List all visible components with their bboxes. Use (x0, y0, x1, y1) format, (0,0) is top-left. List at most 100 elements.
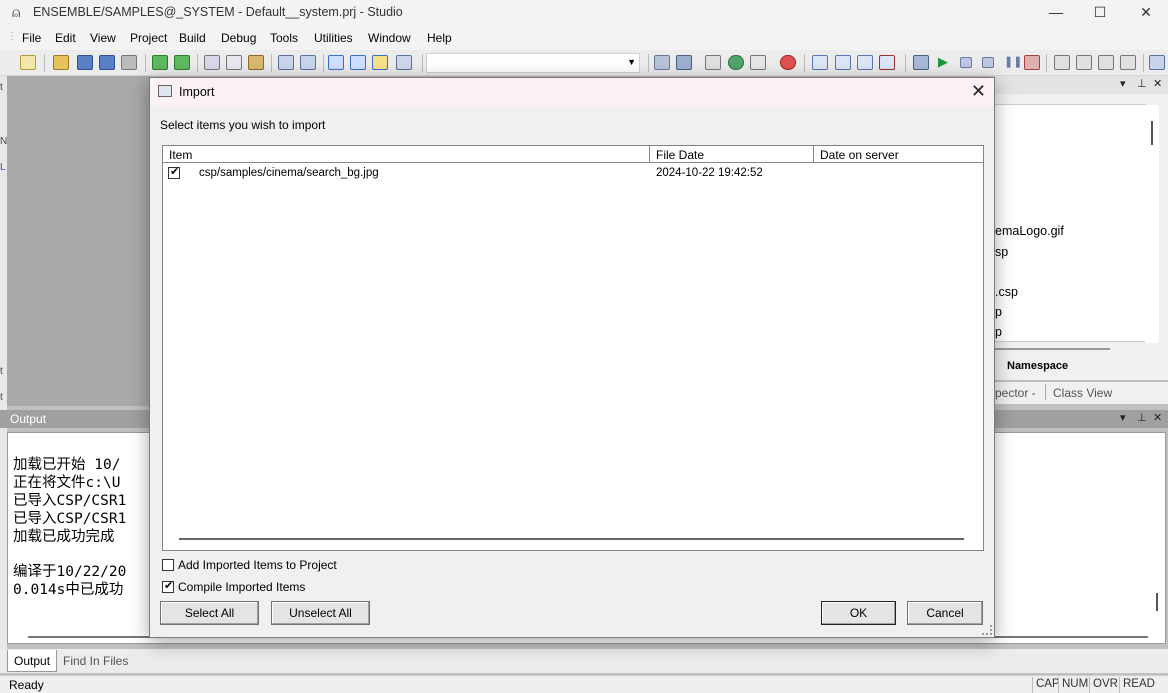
globe-icon[interactable] (728, 55, 744, 70)
item-checkbox[interactable]: ✔ (168, 166, 180, 179)
panel-menu-icon[interactable]: ▾ (1120, 411, 1126, 424)
comment-icon[interactable] (835, 55, 851, 70)
import-dialog: Import ✕ Select items you wish to import… (149, 77, 995, 638)
ok-button[interactable]: OK (821, 601, 896, 625)
tree-item[interactable]: p (995, 305, 1002, 319)
checkmark-icon: ✔ (170, 166, 180, 178)
tab-output[interactable]: Output (7, 650, 58, 672)
clear-breakpoints-icon[interactable] (1024, 55, 1040, 70)
paste-icon[interactable] (248, 55, 264, 70)
document-icon[interactable] (705, 55, 721, 70)
column-header-file-date[interactable]: File Date (656, 148, 704, 162)
status-bar: Ready CAP NUM OVR READ (0, 675, 1168, 693)
toolbar-separator (44, 54, 45, 72)
back-arrow-icon[interactable] (152, 55, 168, 70)
tree-horizontal-scrollbar[interactable] (995, 348, 1110, 350)
unselect-all-button[interactable]: Unselect All (271, 601, 370, 625)
menu-project[interactable]: Project (130, 31, 167, 45)
chevron-down-icon[interactable]: ▼ (627, 57, 636, 67)
tree-item[interactable]: p (995, 325, 1002, 339)
stop-icon[interactable] (780, 55, 796, 70)
play-icon[interactable]: ▶ (938, 54, 948, 70)
redo-icon[interactable] (300, 55, 316, 70)
output-panel-title: Output (10, 412, 47, 426)
compile-label[interactable]: Compile Imported Items (178, 580, 305, 594)
compile-icon[interactable] (654, 55, 670, 70)
menu-build[interactable]: Build (179, 31, 206, 45)
save-icon[interactable] (77, 55, 93, 70)
save-all-icon[interactable] (99, 55, 115, 70)
menu-edit[interactable]: Edit (55, 31, 76, 45)
pin-icon[interactable]: ⊥ (1137, 411, 1147, 424)
tree-item[interactable]: .csp (995, 285, 1018, 299)
cut-icon[interactable] (204, 55, 220, 70)
compile-checkbox[interactable]: ✔ (162, 580, 174, 593)
cancel-button[interactable]: Cancel (907, 601, 983, 625)
menu-utilities[interactable]: Utilities (314, 31, 353, 45)
undo-icon[interactable] (278, 55, 294, 70)
view-document-icon[interactable] (328, 55, 344, 70)
comments-icon[interactable] (857, 55, 873, 70)
select-all-button[interactable]: Select All (160, 601, 259, 625)
pause-icon[interactable]: ❚❚ (1004, 55, 1022, 68)
debug-window-icon[interactable] (1149, 55, 1165, 70)
step-icon[interactable] (960, 57, 972, 68)
toolbar-combo[interactable]: ▼ (426, 53, 640, 73)
tab-inspector[interactable]: pector - (995, 386, 1036, 400)
build-icon[interactable] (676, 55, 692, 70)
menu-debug[interactable]: Debug (221, 31, 256, 45)
maximize-button[interactable]: ☐ (1080, 2, 1120, 22)
toolbar-separator (1046, 54, 1047, 72)
list-horizontal-scrollbar[interactable] (179, 538, 964, 540)
add-to-project-checkbox[interactable] (162, 559, 174, 571)
forward-arrow-icon[interactable] (174, 55, 190, 70)
output-line: 0.014s中已成功 (13, 582, 124, 598)
run-to-cursor-icon[interactable] (1120, 55, 1136, 70)
column-divider[interactable] (649, 146, 650, 163)
remove-comment-icon[interactable] (879, 55, 895, 70)
copy-icon[interactable] (226, 55, 242, 70)
close-icon[interactable]: ✕ (1153, 411, 1162, 424)
column-header-item[interactable]: Item (169, 148, 192, 162)
column-divider[interactable] (813, 146, 814, 163)
read-indicator: READ (1119, 677, 1158, 693)
resize-grip-icon[interactable] (982, 625, 992, 635)
close-window-button[interactable]: ✕ (1126, 2, 1166, 22)
page-icon[interactable] (750, 55, 766, 70)
tree-item[interactable]: emaLogo.gif (995, 224, 1064, 238)
add-to-project-label[interactable]: Add Imported Items to Project (178, 558, 337, 572)
tree-scroll-thumb[interactable] (1151, 121, 1153, 145)
output-scroll-thumb[interactable] (1156, 593, 1158, 611)
close-icon[interactable]: ✕ (1153, 77, 1162, 90)
menu-tools[interactable]: Tools (270, 31, 298, 45)
tab-find-in-files[interactable]: Find In Files (57, 650, 134, 672)
pin-icon[interactable]: ⊥ (1137, 77, 1147, 90)
step-over-icon[interactable] (1076, 55, 1092, 70)
step-out-icon[interactable] (1098, 55, 1114, 70)
new-file-icon[interactable] (20, 55, 36, 70)
view-inspector-icon[interactable] (350, 55, 366, 70)
minimize-button[interactable]: — (1036, 2, 1076, 22)
dialog-close-button[interactable]: ✕ (971, 81, 986, 102)
import-items-list[interactable]: Item File Date Date on server ✔ csp/samp… (162, 145, 984, 551)
window-icon[interactable] (812, 55, 828, 70)
debug-icon[interactable] (913, 55, 929, 70)
tab-namespace[interactable]: Namespace (1007, 360, 1068, 372)
tab-class-view[interactable]: Class View (1053, 386, 1112, 400)
stop-debug-icon[interactable] (982, 57, 994, 68)
column-header-date-on-server[interactable]: Date on server (820, 148, 899, 162)
view-windows-icon[interactable] (396, 55, 412, 70)
panel-menu-icon[interactable]: ▾ (1120, 77, 1126, 90)
menu-window[interactable]: Window (368, 31, 411, 45)
view-class-icon[interactable] (372, 55, 388, 70)
step-into-icon[interactable] (1054, 55, 1070, 70)
dialog-title-bar[interactable]: Import ✕ (150, 78, 994, 106)
menu-view[interactable]: View (90, 31, 116, 45)
print-icon[interactable] (121, 55, 137, 70)
menu-help[interactable]: Help (427, 31, 452, 45)
right-panel-bottom-tabs: pector - Class View (995, 382, 1168, 404)
table-row[interactable]: ✔ csp/samples/cinema/search_bg.jpg 2024-… (163, 164, 983, 182)
open-folder-icon[interactable] (53, 55, 69, 70)
tree-item[interactable]: sp (995, 245, 1008, 259)
menu-file[interactable]: File (22, 31, 41, 45)
